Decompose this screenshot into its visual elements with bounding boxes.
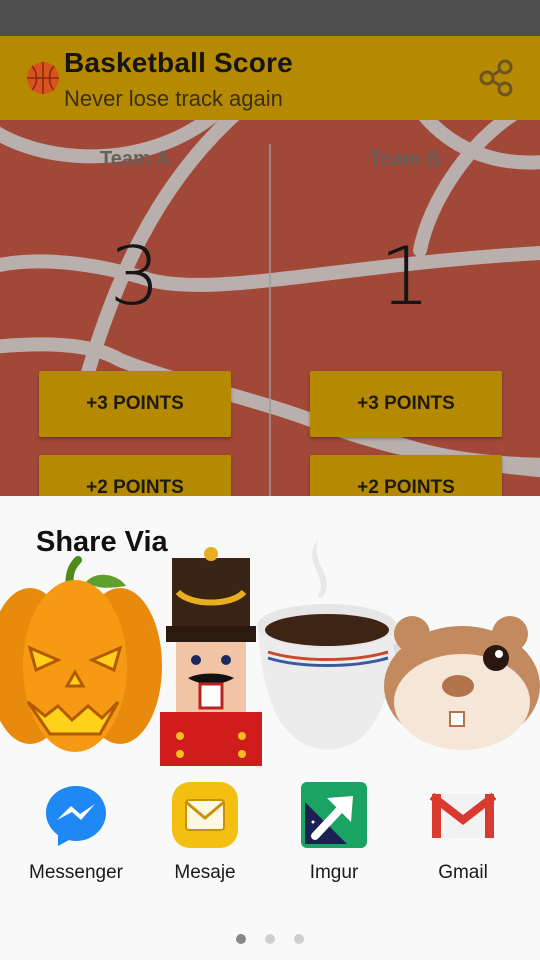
team-b-plus-3-button[interactable]: +3 POINTS xyxy=(310,371,502,437)
hamster-sticker xyxy=(384,616,540,750)
team-b-name: Team B xyxy=(369,148,441,170)
app-title: Basketball Score xyxy=(64,47,293,78)
gmail-icon xyxy=(430,792,496,838)
share-target-messenger[interactable]: Messenger xyxy=(16,782,136,892)
imgur-label: Imgur xyxy=(309,862,359,883)
coffee-cup-sticker xyxy=(257,540,427,750)
share-target-imgur[interactable]: Imgur xyxy=(274,782,394,892)
share-icon[interactable] xyxy=(476,58,516,98)
basketball-icon xyxy=(27,62,59,94)
status-bar xyxy=(0,0,540,36)
team-a-column: Team A 3 +3 POINTS +2 POINTS xyxy=(0,120,270,496)
share-sheet-title: Share Via xyxy=(36,526,168,558)
team-b-column: Team B 1 +3 POINTS +2 POINTS xyxy=(270,120,540,496)
mesaje-label: Mesaje xyxy=(174,862,236,883)
scoreboard-court: Team A 3 +3 POINTS +2 POINTS Team B 1 +3… xyxy=(0,120,540,496)
share-sheet: Share Via Messenger Mesaje Imgur Gmail xyxy=(0,496,540,960)
messenger-label: Messenger xyxy=(29,862,123,883)
messages-icon xyxy=(172,782,238,848)
pumpkin-sticker xyxy=(0,556,162,752)
team-b-plus-2-button[interactable]: +2 POINTS xyxy=(310,455,502,496)
app-subtitle: Never lose track again xyxy=(64,86,283,111)
share-target-mesaje[interactable]: Mesaje xyxy=(145,782,265,892)
team-a-score: 3 xyxy=(109,230,161,323)
app-bar: Basketball Score Never lose track again xyxy=(0,36,540,120)
page-dot-1[interactable] xyxy=(236,934,246,944)
page-indicator xyxy=(0,934,540,946)
team-a-plus-2-button[interactable]: +2 POINTS xyxy=(39,455,231,496)
team-a-plus-3-button[interactable]: +3 POINTS xyxy=(39,371,231,437)
imgur-icon xyxy=(301,782,367,848)
share-target-gmail[interactable]: Gmail xyxy=(403,782,523,892)
page-dot-2[interactable] xyxy=(265,934,275,944)
page-dot-3[interactable] xyxy=(294,934,304,944)
team-b-score: 1 xyxy=(379,230,431,323)
nutcracker-sticker xyxy=(160,547,262,766)
messenger-icon xyxy=(46,786,106,846)
team-a-name: Team A xyxy=(99,148,171,170)
sticker-banner xyxy=(0,540,540,766)
gmail-label: Gmail xyxy=(438,862,488,883)
